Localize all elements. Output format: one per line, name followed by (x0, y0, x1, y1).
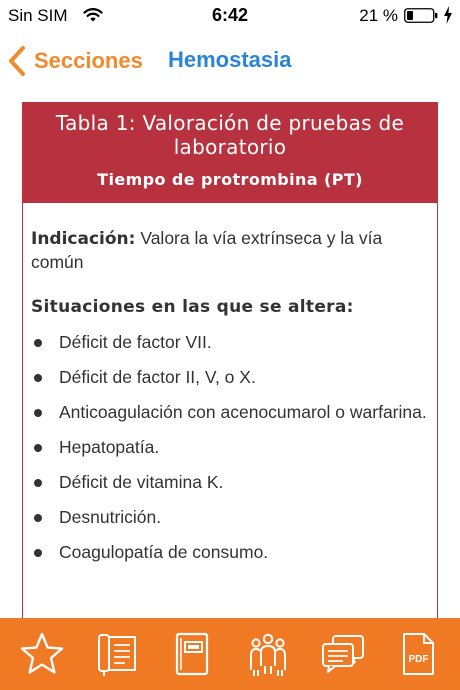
alterations-heading: Situaciones en las que se altera: (31, 297, 354, 317)
list-item: Coagulopatía de consumo. (31, 541, 429, 564)
star-icon (20, 632, 63, 674)
list-item-text: Déficit de factor VII. (59, 332, 212, 352)
lab-table-card: Tabla 1: Valoración de pruebas de labora… (22, 102, 438, 618)
bullet-icon (34, 444, 42, 452)
battery-icon (404, 8, 438, 23)
card-subtitle: Tiempo de protrombina (PT) (97, 170, 363, 189)
list-item-text: Desnutrición. (59, 507, 162, 527)
bullet-icon (34, 339, 42, 347)
team-icon (249, 633, 286, 676)
list-item-text: Coagulopatía de consumo. (59, 542, 269, 562)
card-title: Tabla 1: Valoración de pruebas de labora… (55, 111, 405, 159)
list-item: Déficit de factor VII. (31, 331, 429, 354)
tab-team[interactable] (238, 624, 298, 684)
list-item-text: Déficit de vitamina K. (59, 472, 224, 492)
status-bar: Sin SIM 6:42 21 % (0, 0, 460, 32)
tab-favorites[interactable] (12, 624, 72, 684)
bullet-icon (34, 514, 42, 522)
chevron-left-icon (9, 46, 25, 76)
card-header: Tabla 1: Valoración de pruebas de labora… (23, 102, 437, 203)
content-scroll-area[interactable]: Tabla 1: Valoración de pruebas de labora… (0, 90, 460, 618)
navigation-bar: Secciones Hemostasia (0, 32, 460, 90)
list-item-text: Anticoagulación con acenocumarol o warfa… (59, 402, 427, 422)
notes-icon (97, 634, 136, 676)
tab-notes[interactable] (87, 624, 147, 684)
chat-icon (321, 635, 364, 673)
alterations-list: Déficit de factor VII. Déficit de factor… (31, 331, 429, 564)
back-button[interactable]: Secciones (8, 44, 143, 78)
list-item: Anticoagulación con acenocumarol o warfa… (31, 401, 429, 424)
battery-percent: 21 % (359, 6, 398, 25)
list-item: Déficit de vitamina K. (31, 471, 429, 494)
list-item-text: Déficit de factor II, V, o X. (59, 367, 256, 387)
charging-bolt-icon (444, 6, 452, 24)
tab-pdf[interactable]: PDF (388, 624, 448, 684)
card-body: Indicación: Valora la vía extrínseca y l… (23, 203, 437, 564)
book-icon (176, 632, 209, 676)
pdf-icon-label: PDF (409, 654, 429, 665)
indication-paragraph: Indicación: Valora la vía extrínseca y l… (31, 227, 429, 274)
bullet-icon (34, 479, 42, 487)
bullet-icon (34, 549, 42, 557)
pdf-icon: PDF (403, 633, 435, 675)
tab-comments[interactable] (313, 624, 373, 684)
list-item-text: Hepatopatía. (59, 437, 160, 457)
indication-label: Indicación: (31, 229, 136, 249)
bottom-tab-bar: PDF (0, 618, 460, 690)
tab-book[interactable] (162, 624, 222, 684)
back-button-label: Secciones (34, 48, 143, 73)
bullet-icon (34, 409, 42, 417)
bullet-icon (34, 374, 42, 382)
list-item: Hepatopatía. (31, 436, 429, 459)
list-item: Déficit de factor II, V, o X. (31, 366, 429, 389)
list-item: Desnutrición. (31, 506, 429, 529)
page-title: Hemostasia (168, 47, 292, 72)
